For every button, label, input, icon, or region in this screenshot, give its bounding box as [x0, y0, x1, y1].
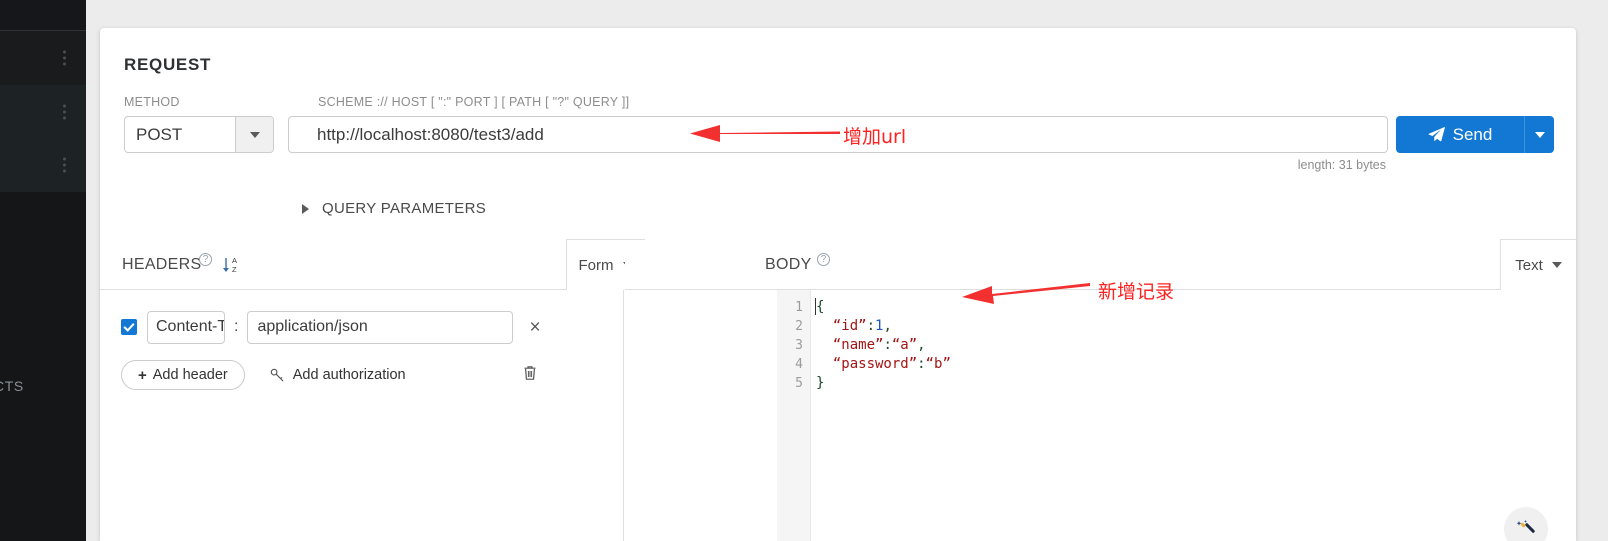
code-token: :: [866, 318, 876, 334]
page-title: REQUEST: [124, 55, 212, 74]
vertical-dots-icon[interactable]: [63, 104, 66, 119]
body-editor[interactable]: 12345 { “id”:1, “name”:“a”, “password”:“…: [777, 290, 1576, 541]
chevron-down-icon[interactable]: [235, 117, 273, 152]
editor-code-line: }: [816, 374, 1576, 393]
key-icon: [270, 368, 285, 383]
close-icon[interactable]: ×: [529, 318, 540, 337]
body-format-label: Text: [1515, 256, 1543, 274]
headers-title: HEADERS: [122, 256, 202, 273]
vertical-dots-icon[interactable]: [63, 50, 66, 66]
editor-line-number: 1: [795, 300, 803, 315]
method-select[interactable]: POST: [124, 116, 274, 153]
code-token: ,: [917, 337, 926, 353]
code-token: }: [816, 375, 825, 391]
header-value-input[interactable]: [247, 310, 514, 344]
headers-actions: + Add header Add authorization: [100, 357, 624, 393]
add-header-button[interactable]: + Add header: [121, 360, 245, 390]
annotation-label-url: 增加url: [843, 126, 907, 148]
code-token: :: [883, 337, 892, 353]
editor-code[interactable]: { “id”:1, “name”:“a”, “password”:“b”}: [811, 290, 1576, 541]
chevron-down-icon: [1534, 131, 1545, 138]
send-button[interactable]: Send: [1396, 116, 1524, 153]
query-parameters-toggle[interactable]: QUERY PARAMETERS: [302, 200, 486, 217]
sidebar-list-item[interactable]: [0, 85, 86, 138]
sidebar-list-item[interactable]: [0, 138, 86, 192]
code-token: :: [917, 356, 926, 372]
add-header-label: Add header: [152, 367, 228, 383]
method-select-value: POST: [136, 124, 183, 144]
add-authorization-label: Add authorization: [292, 367, 406, 383]
header-enabled-checkbox[interactable]: [121, 319, 137, 335]
trash-icon[interactable]: [522, 364, 538, 386]
editor-code-line: {: [816, 298, 1576, 317]
send-button-group: Send: [1396, 116, 1554, 153]
editor-code-line: “id”:1,: [816, 317, 1576, 336]
code-token: “a”: [891, 337, 918, 353]
triangle-right-icon: [302, 203, 309, 214]
header-row: : ×: [100, 307, 624, 347]
code-token: {: [816, 299, 825, 315]
annotation-arrow-url: [690, 120, 840, 151]
code-token: “id”: [816, 318, 867, 334]
code-token: ,: [883, 318, 892, 334]
sidebar: CTS: [0, 0, 86, 541]
sort-az-icon[interactable]: A Z: [220, 254, 242, 276]
question-circle-icon[interactable]: ?: [199, 253, 212, 266]
code-token: “b”: [925, 356, 951, 372]
headers-toolbar: HEADERS ? A Z Form: [100, 239, 645, 290]
code-token: “password”: [816, 356, 918, 372]
annotation-label-body: 新增记录: [1098, 281, 1175, 303]
code-token: “name”: [816, 337, 884, 353]
editor-line-number: 5: [795, 376, 803, 391]
headers-view-mode-label: Form: [578, 256, 614, 274]
vertical-dots-icon[interactable]: [63, 157, 66, 173]
sidebar-list-item[interactable]: [0, 31, 86, 85]
header-name-input[interactable]: [147, 310, 225, 344]
query-parameters-label: QUERY PARAMETERS: [322, 200, 487, 217]
annotation-arrow-body: [962, 277, 1090, 312]
chevron-down-icon: [1551, 262, 1562, 268]
sidebar-header: [0, 0, 86, 30]
body-format-dropdown[interactable]: Text: [1500, 239, 1576, 290]
editor-code-line: “password”:“b”: [816, 355, 1576, 374]
body-title: BODY: [765, 256, 812, 273]
sidebar-projects-section: CTS: [0, 192, 86, 541]
editor-code-line: “name”:“a”,: [816, 336, 1576, 355]
editor-line-number: 2: [795, 319, 803, 334]
header-separator: :: [234, 318, 239, 335]
request-panel: REQUEST METHOD SCHEME :// HOST [ ":" POR…: [100, 28, 1576, 541]
method-label: METHOD: [124, 95, 180, 109]
send-options-button[interactable]: [1524, 116, 1554, 153]
send-button-label: Send: [1452, 124, 1493, 144]
plus-icon: +: [138, 366, 147, 384]
question-circle-icon[interactable]: ?: [817, 253, 830, 266]
paper-plane-icon: [1428, 126, 1445, 143]
editor-line-number: 3: [795, 338, 803, 353]
editor-line-number: 4: [795, 357, 803, 372]
url-length-note: length: 31 bytes: [1297, 158, 1386, 172]
headers-pane: HEADERS ? A Z Form : ×: [100, 239, 645, 541]
add-authorization-button[interactable]: Add authorization: [270, 367, 406, 383]
url-label: SCHEME :// HOST [ ":" PORT ] [ PATH [ "?…: [318, 95, 630, 109]
sidebar-section-label: CTS: [0, 378, 24, 394]
svg-text:A: A: [232, 256, 237, 265]
svg-text:Z: Z: [232, 265, 237, 274]
text-caret: [815, 298, 816, 315]
editor-gutter: 1 2 3 4 5: [777, 290, 811, 541]
